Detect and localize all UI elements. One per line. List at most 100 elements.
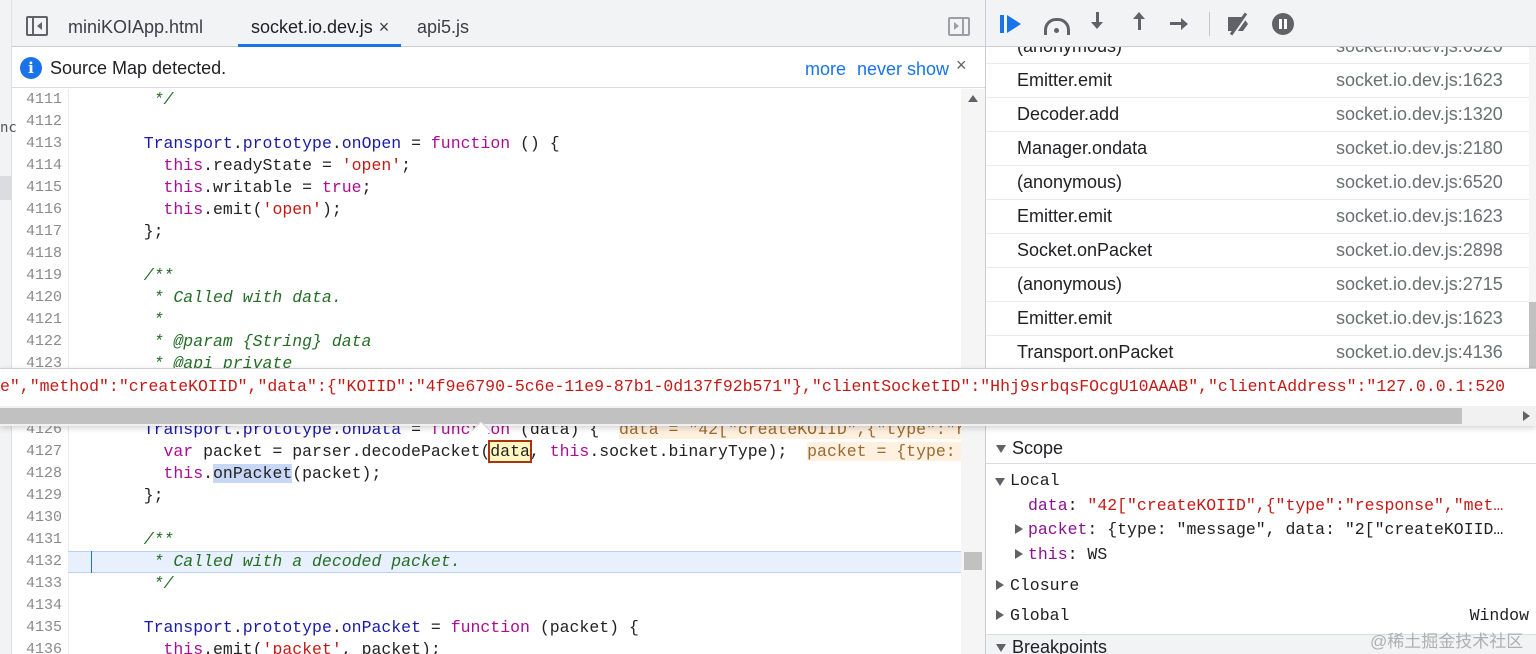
tab-api5-js[interactable]: api5.js	[417, 0, 469, 47]
close-tab-icon[interactable]: ×	[379, 17, 390, 37]
scroll-right-arrow-icon[interactable]	[1523, 411, 1530, 421]
call-frame-location[interactable]: socket.io.dev.js:1623	[1336, 206, 1503, 227]
step-out-icon[interactable]	[1128, 12, 1154, 36]
line-number[interactable]: 4136	[12, 639, 68, 654]
call-frame-name: (anonymous)	[1017, 172, 1123, 192]
hovered-token-data[interactable]: data	[488, 440, 532, 463]
line-number[interactable]: 4133	[12, 573, 68, 595]
line-number[interactable]: 4115	[12, 177, 68, 199]
call-frame[interactable]: Emitter.emit socket.io.dev.js:1623	[986, 302, 1529, 336]
line-number[interactable]: 4131	[12, 529, 68, 551]
scroll-up-arrow-icon[interactable]	[968, 95, 978, 102]
line-number[interactable]: 4120	[12, 287, 68, 309]
line-number[interactable]: 4118	[12, 243, 68, 265]
call-frame[interactable]: Emitter.emit socket.io.dev.js:1623	[986, 200, 1529, 234]
scope-var-data[interactable]: data: "42["createKOIID",{"type":"respons…	[1028, 495, 1503, 517]
navigator-selected-row	[0, 176, 12, 200]
call-frame-location[interactable]: socket.io.dev.js:1320	[1336, 104, 1503, 125]
expand-arrow-icon[interactable]	[996, 445, 1006, 453]
expand-arrow-icon[interactable]	[1015, 524, 1023, 534]
code-line: /**	[114, 530, 174, 549]
scope-var-packet[interactable]: packet: {type: "message", data: "2["crea…	[1028, 519, 1503, 541]
scope-local-label[interactable]: Local	[1010, 470, 1060, 492]
expand-arrow-icon[interactable]	[1015, 549, 1023, 559]
step-into-icon[interactable]	[1086, 12, 1112, 36]
call-frame-location[interactable]: socket.io.dev.js:2180	[1336, 138, 1503, 159]
call-frame[interactable]: (anonymous) socket.io.dev.js:2715	[986, 268, 1529, 302]
code-line: */	[114, 90, 174, 109]
infobar-close-icon[interactable]: ×	[956, 55, 967, 76]
scrollbar-thumb[interactable]	[1529, 302, 1536, 368]
scope-section-header[interactable]: Scope	[986, 436, 1536, 464]
line-number[interactable]: 4116	[12, 199, 68, 221]
sources-editor-pane: nc miniKOIApp.html socket.io.dev.js × api…	[0, 0, 985, 654]
tab-socket-io-dev-js[interactable]: socket.io.dev.js ×	[238, 0, 402, 47]
code-line: this.onPacket(packet);	[114, 464, 382, 483]
step-icon[interactable]	[1170, 12, 1196, 36]
var-value: {type: "message", data: "2["createKOIID…	[1107, 520, 1504, 539]
line-number[interactable]: 4128	[12, 463, 68, 485]
tab-minikoiapp-html[interactable]: miniKOIApp.html	[68, 0, 203, 47]
call-frame[interactable]: Decoder.add socket.io.dev.js:1320	[986, 98, 1529, 132]
scrollbar-thumb[interactable]	[964, 552, 982, 570]
step-over-icon[interactable]	[1043, 12, 1070, 36]
call-frame-location[interactable]: socket.io.dev.js:4136	[1336, 342, 1503, 363]
code-line: * Called with data.	[114, 288, 342, 307]
popover-horizontal-scrollbar[interactable]	[0, 406, 1536, 426]
scrollbar-thumb[interactable]	[0, 408, 1462, 424]
toggle-debugger-sidebar-icon[interactable]	[948, 17, 970, 36]
line-number[interactable]: 4113	[12, 133, 68, 155]
line-number[interactable]: 4127	[12, 441, 68, 463]
line-number[interactable]: 4114	[12, 155, 68, 177]
call-frame-location[interactable]: socket.io.dev.js:2715	[1336, 274, 1503, 295]
call-frame[interactable]: Manager.ondata socket.io.dev.js:2180	[986, 132, 1529, 166]
call-frame[interactable]: Transport.onPacket socket.io.dev.js:4136	[986, 336, 1529, 368]
call-frame-name: Socket.onPacket	[1017, 240, 1153, 260]
line-number[interactable]: 4134	[12, 595, 68, 617]
scope-global-label[interactable]: Global	[1010, 605, 1069, 627]
code-line: this.emit('packet', packet);	[114, 640, 441, 654]
line-number[interactable]: 4121	[12, 309, 68, 331]
call-frame-location[interactable]: socket.io.dev.js:2898	[1336, 240, 1503, 261]
expand-arrow-icon[interactable]	[995, 478, 1005, 486]
line-number[interactable]: 4130	[12, 507, 68, 529]
line-number[interactable]: 4119	[12, 265, 68, 287]
call-frame[interactable]: (anonymous) socket.io.dev.js:6520	[986, 47, 1529, 64]
code-line: * Called with a decoded packet.	[114, 552, 461, 571]
toggle-navigator-icon[interactable]	[26, 16, 48, 36]
info-icon: i	[20, 57, 42, 79]
expand-arrow-icon[interactable]	[996, 580, 1004, 590]
resume-icon[interactable]	[1000, 12, 1026, 36]
scope-closure-label[interactable]: Closure	[1010, 575, 1079, 597]
call-frame[interactable]: (anonymous) socket.io.dev.js:6520	[986, 166, 1529, 200]
call-frame-location[interactable]: socket.io.dev.js:1623	[1336, 308, 1503, 329]
line-number[interactable]: 4129	[12, 485, 68, 507]
line-number[interactable]: 4117	[12, 221, 68, 243]
line-number[interactable]: 4112	[12, 111, 68, 133]
pause-on-exceptions-icon[interactable]	[1272, 12, 1298, 36]
expand-arrow-icon[interactable]	[996, 610, 1004, 620]
call-frame[interactable]: Socket.onPacket socket.io.dev.js:2898	[986, 234, 1529, 268]
tab-label: api5.js	[417, 17, 470, 37]
watermark: @稀土掘金技术社区	[1370, 632, 1524, 651]
infobar-more-link[interactable]: more	[805, 59, 846, 80]
call-frame-location[interactable]: socket.io.dev.js:6520	[1336, 172, 1503, 193]
call-frame[interactable]: Emitter.emit socket.io.dev.js:1623	[986, 64, 1529, 98]
scope-title: Scope	[1012, 438, 1064, 458]
call-frame-location[interactable]: socket.io.dev.js:1623	[1336, 70, 1503, 91]
call-stack-scrollbar[interactable]	[1529, 47, 1536, 368]
expand-arrow-icon[interactable]	[996, 644, 1006, 652]
call-frame-location[interactable]: socket.io.dev.js:6520	[1336, 47, 1503, 57]
line-number[interactable]: 4111	[12, 89, 68, 111]
scope-var-this[interactable]: this: WS	[1028, 544, 1107, 566]
call-frame-name: (anonymous)	[1017, 47, 1122, 57]
infobar-never-show-link[interactable]: never show	[857, 59, 949, 80]
var-name: packet	[1028, 520, 1088, 539]
line-number[interactable]: 4132	[12, 551, 68, 573]
line-number[interactable]: 4135	[12, 617, 68, 639]
value-hover-popover[interactable]: e","method":"createKOIID","data":{"KOIID…	[0, 368, 1536, 426]
line-number[interactable]: 4122	[12, 331, 68, 353]
source-map-infobar: i Source Map detected. more never show ×	[12, 48, 985, 88]
deactivate-breakpoints-icon[interactable]	[1226, 12, 1252, 36]
execution-cursor	[91, 551, 92, 573]
